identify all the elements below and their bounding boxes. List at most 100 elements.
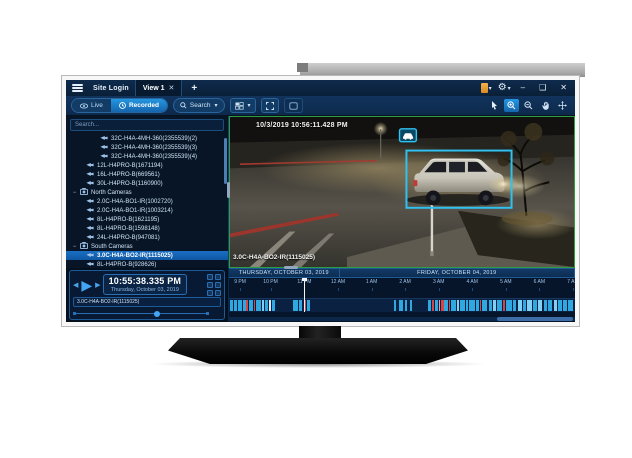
step-forward-button[interactable]: ▶ (95, 281, 100, 289)
tree-camera-item[interactable]: 3.0C-H4A-BO2-IR(1115025) (66, 251, 228, 260)
recorded-segment[interactable] (497, 300, 502, 311)
recorded-segment[interactable] (518, 300, 522, 311)
recorded-segment[interactable] (256, 300, 261, 311)
recorded-segment[interactable] (476, 300, 479, 311)
recorded-segment[interactable] (243, 300, 246, 311)
collapse-icon[interactable]: − (72, 190, 77, 196)
new-tab-button[interactable]: + (188, 83, 200, 94)
recorded-segment[interactable] (558, 300, 562, 311)
fullscreen-button[interactable] (261, 98, 279, 113)
recorded-segment[interactable] (307, 300, 309, 311)
tree-camera-item[interactable]: 8L-H4PRO-B(928626) (66, 260, 228, 268)
recorded-segment[interactable] (460, 300, 464, 311)
live-button[interactable]: Live (72, 99, 111, 112)
recorded-segment[interactable] (513, 300, 516, 311)
jump-button[interactable] (215, 290, 221, 296)
recorded-segment[interactable] (293, 300, 298, 311)
tree-camera-item[interactable]: 32C-H4A-4MH-360(2355539)(2) (66, 134, 228, 143)
tree-camera-item[interactable]: 2.0C-H4A-BO1-IR(1003214) (66, 206, 228, 215)
timeline-activity-track[interactable] (229, 298, 575, 312)
speed-slider-thumb[interactable] (154, 311, 160, 317)
tree-camera-item[interactable]: 30L-H4PRO-B(1160900) (66, 179, 228, 188)
search-input[interactable]: Search... (70, 119, 224, 131)
recorded-segment[interactable] (523, 300, 526, 311)
recorded-button[interactable]: Recorded (111, 99, 167, 112)
recorded-segment[interactable] (299, 300, 303, 311)
recorded-segment[interactable] (489, 300, 493, 311)
timeline-playhead[interactable] (304, 278, 305, 312)
recorded-segment[interactable] (482, 300, 487, 311)
recorded-segment[interactable] (238, 300, 242, 311)
menu-icon[interactable] (72, 84, 83, 92)
tab-close-icon[interactable]: ✕ (169, 84, 175, 92)
timeline-panel[interactable]: THURSDAY, OCTOBER 03, 2019FRIDAY, OCTOBE… (228, 268, 575, 322)
recorded-segment[interactable] (410, 300, 412, 311)
recorded-segment[interactable] (506, 300, 512, 311)
recorded-segment[interactable] (405, 300, 407, 311)
panel-splitter-handle[interactable] (227, 182, 230, 198)
cycle-views-button[interactable] (284, 98, 303, 113)
play-button[interactable]: ▶ (81, 278, 92, 292)
recorded-segment[interactable] (230, 300, 233, 311)
step-back-button[interactable]: ◀ (73, 281, 78, 289)
recorded-segment[interactable] (469, 300, 475, 311)
tree-camera-item[interactable]: 32C-H4A-4MH-360(2355539)(3) (66, 143, 228, 152)
zoom-out-button[interactable] (521, 99, 536, 112)
collapse-icon[interactable]: − (72, 244, 77, 250)
pan-button[interactable] (538, 99, 553, 112)
select-cursor-button[interactable] (487, 99, 502, 112)
recorded-segment[interactable] (394, 300, 396, 311)
tree-folder[interactable]: −North Cameras (66, 188, 228, 197)
speed-slider[interactable] (73, 309, 221, 317)
jump-button[interactable] (215, 282, 221, 288)
search-button[interactable]: Search ▾ (173, 98, 225, 113)
recorded-segment[interactable] (503, 300, 505, 311)
layout-button[interactable]: ▾ (230, 98, 256, 113)
recorded-segment[interactable] (457, 300, 459, 311)
timeline-splitter-handle[interactable] (284, 266, 298, 269)
jump-button[interactable] (207, 290, 213, 296)
recorded-segment[interactable] (493, 300, 495, 311)
settings-button[interactable]: ⚙ ▾ (498, 83, 511, 93)
recorded-segment[interactable] (568, 300, 573, 311)
minimize-button[interactable]: – (517, 80, 529, 96)
recorded-segment[interactable] (265, 300, 268, 311)
tree-camera-item[interactable]: 8L-H4PRO-B(1621195) (66, 215, 228, 224)
sidebar-scrollbar[interactable] (224, 138, 227, 184)
maximize-button[interactable]: ❑ (535, 80, 550, 96)
recorded-segment[interactable] (234, 300, 237, 311)
tree-camera-item[interactable]: 2.0C-H4A-BO1-IR(1002720) (66, 197, 228, 206)
recorded-segment[interactable] (272, 300, 275, 311)
jump-button[interactable] (207, 274, 213, 280)
tree-camera-item[interactable]: 12L-H4PRO-B(1671194) (66, 161, 228, 170)
recorded-segment[interactable] (538, 300, 543, 311)
recorded-segment[interactable] (544, 300, 547, 311)
recorded-segment[interactable] (554, 300, 557, 311)
recorded-segment[interactable] (466, 300, 468, 311)
recorded-segment[interactable] (399, 300, 402, 311)
tree-camera-item[interactable]: 32C-H4A-4MH-360(2355539)(4) (66, 152, 228, 161)
jump-button[interactable] (207, 282, 213, 288)
close-button[interactable]: ✕ (556, 80, 571, 96)
recorded-segment[interactable] (262, 300, 264, 311)
recorded-segment[interactable] (548, 300, 552, 311)
recorded-segment[interactable] (428, 300, 431, 311)
tree-camera-item[interactable]: 24L-H4PRO-B(947081) (66, 233, 228, 242)
recorded-segment[interactable] (269, 300, 271, 311)
recorded-segment[interactable] (527, 300, 532, 311)
timeline-scrollbar[interactable] (229, 317, 575, 321)
timeline-scrollbar-thumb[interactable] (497, 317, 573, 321)
video-panel[interactable]: 10/3/2019 10:56:11.428 PM 3.0C-H4A-BO2-I… (229, 116, 575, 268)
tree-camera-item[interactable]: 16L-H4PRO-B(669561) (66, 170, 228, 179)
tab-view1[interactable]: View 1 ✕ (135, 80, 183, 96)
move-button[interactable] (555, 99, 570, 112)
recorded-segment[interactable] (533, 300, 536, 311)
recorded-segment[interactable] (435, 300, 438, 311)
alerts-button[interactable]: ▾ (481, 83, 492, 93)
recorded-segment[interactable] (563, 300, 566, 311)
tree-folder[interactable]: −South Cameras (66, 242, 228, 251)
zoom-in-button[interactable] (504, 99, 519, 112)
recorded-segment[interactable] (451, 300, 455, 311)
recorded-segment[interactable] (480, 300, 481, 311)
jump-button[interactable] (215, 274, 221, 280)
